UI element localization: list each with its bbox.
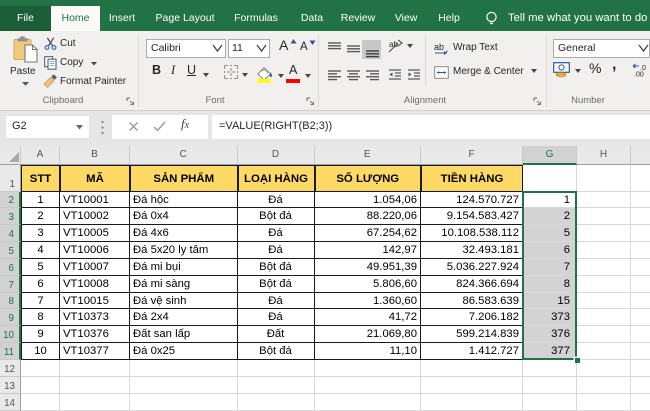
svg-text:ab: ab bbox=[389, 40, 398, 49]
svg-text:.00: .00 bbox=[634, 72, 644, 78]
svg-text:ab: ab bbox=[434, 42, 444, 52]
